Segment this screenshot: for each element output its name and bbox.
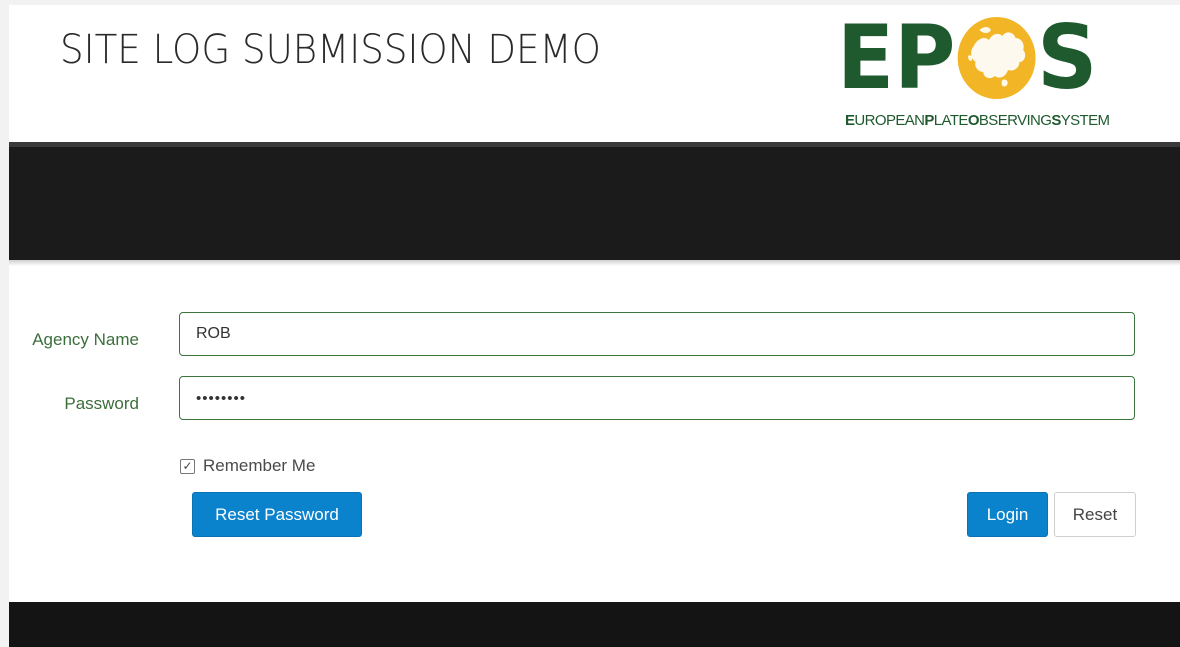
- logo-letters: E P S: [837, 9, 1097, 107]
- remember-me-checkbox[interactable]: ✓: [180, 458, 195, 474]
- login-button[interactable]: Login: [967, 492, 1048, 537]
- agency-name-input[interactable]: ROB: [179, 312, 1135, 356]
- logo-letter-s: S: [1037, 6, 1098, 109]
- password-input[interactable]: ••••••••: [179, 376, 1135, 420]
- logo-letter-e: E: [837, 6, 895, 109]
- footer: [9, 602, 1180, 647]
- logo-subtitle: EUROPEANPLATEOBSERVINGSYSTEM: [845, 112, 1110, 129]
- logo-subtitle-part: LATE: [933, 112, 969, 129]
- password-label: Password: [64, 394, 139, 413]
- login-form: Agency Name ROB Password •••••••• ✓ Reme…: [9, 266, 1180, 602]
- europe-globe-icon: [957, 17, 1036, 99]
- logo-subtitle-part: YSTEM: [1060, 112, 1110, 129]
- epos-logo: E P S EUROPEANPLATEOBSERVINGSYSTEM: [837, 9, 1110, 135]
- logo-subtitle-part: UROPEAN: [854, 112, 925, 129]
- logo-subtitle-part: P: [924, 112, 934, 129]
- reset-password-button[interactable]: Reset Password: [192, 492, 362, 537]
- remember-me[interactable]: ✓ Remember Me: [180, 456, 315, 476]
- page-title: SITE LOG SUBMISSION DEMO: [60, 27, 601, 73]
- remember-me-label: Remember Me: [203, 456, 316, 475]
- logo-subtitle-part: O: [967, 112, 980, 129]
- logo-subtitle-part: E: [845, 112, 855, 129]
- logo-letter-p: P: [894, 6, 956, 109]
- agency-name-label: Agency Name: [32, 330, 139, 349]
- page: SITE LOG SUBMISSION DEMO E P S EUROPEANP…: [9, 5, 1180, 647]
- logo-subtitle-part: S: [1051, 112, 1061, 129]
- navbar: [9, 142, 1180, 260]
- header: SITE LOG SUBMISSION DEMO E P S EUROPEANP…: [9, 5, 1180, 142]
- logo-subtitle-part: BSERVING: [978, 112, 1052, 129]
- reset-button[interactable]: Reset: [1054, 492, 1136, 537]
